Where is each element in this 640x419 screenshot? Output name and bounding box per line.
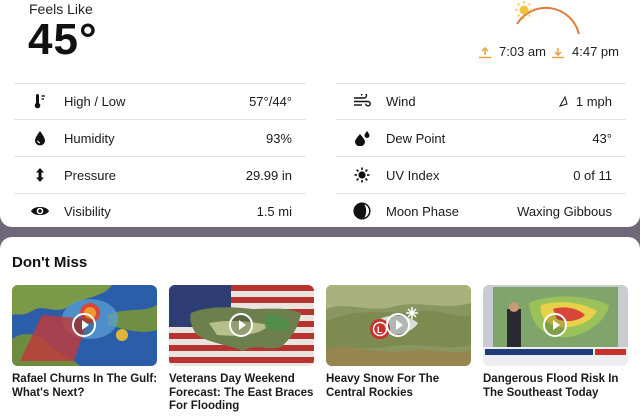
humidity-drop-icon	[28, 128, 52, 148]
sunset-time: 4:47 pm	[572, 44, 619, 59]
play-button-icon[interactable]	[386, 313, 410, 337]
video-title[interactable]: Dangerous Flood Risk In The Southeast To…	[483, 373, 633, 400]
detail-label: Visibility	[64, 203, 111, 219]
video-thumbnail[interactable]: L	[326, 285, 471, 366]
detail-label: Humidity	[64, 130, 115, 146]
detail-humidity: Humidity 93%	[14, 120, 306, 156]
detail-label: Pressure	[64, 167, 117, 183]
uv-sun-icon	[350, 165, 374, 185]
detail-high-low: High / Low 57°/44°	[14, 83, 306, 119]
visibility-eye-icon	[28, 201, 52, 221]
moon-phase-icon	[350, 201, 374, 221]
wind-direction-icon	[558, 95, 568, 107]
section-title: Don't Miss	[12, 254, 88, 271]
detail-value: 1.5 mi	[256, 203, 292, 219]
detail-value: Waxing Gibbous	[517, 203, 612, 219]
current-conditions-card: Feels Like 45° 7:03 am 4:47 pm High / Lo…	[0, 0, 640, 227]
video-title[interactable]: Veterans Day Weekend Forecast: The East …	[169, 373, 319, 414]
play-button-icon[interactable]	[72, 313, 96, 337]
sunrise: 7:03 am	[478, 44, 546, 59]
detail-label: UV Index	[386, 167, 440, 183]
detail-label: Dew Point	[386, 130, 446, 146]
wind-speed: 1 mph	[575, 93, 612, 109]
video-title[interactable]: Heavy Snow For The Central Rockies	[326, 373, 476, 400]
play-button-icon[interactable]	[543, 313, 567, 337]
detail-pressure: Pressure 29.99 in	[14, 157, 306, 193]
video-thumbnail[interactable]	[12, 285, 157, 366]
detail-value: 93%	[265, 130, 292, 146]
detail-value: 43°	[592, 130, 612, 146]
sun-arc-icon	[515, 1, 580, 35]
detail-value: 29.99 in	[245, 167, 292, 183]
detail-label: High / Low	[64, 93, 126, 109]
dew-point-icon	[350, 128, 374, 148]
sunrise-icon	[479, 46, 491, 58]
sunset-icon	[552, 47, 564, 58]
detail-label: Moon Phase	[386, 203, 459, 219]
sunset: 4:47 pm	[551, 44, 619, 59]
video-thumbnail[interactable]	[483, 285, 628, 366]
video-title[interactable]: Rafael Churns In The Gulf: What's Next?	[12, 373, 162, 400]
detail-value: 0 of 11	[573, 167, 612, 183]
pressure-icon	[28, 165, 52, 185]
detail-moon-phase: Moon Phase Waxing Gibbous	[336, 193, 626, 229]
play-button-icon[interactable]	[229, 313, 253, 337]
detail-value: 1 mph	[558, 93, 612, 109]
thermometer-icon	[28, 91, 52, 111]
detail-visibility: Visibility 1.5 mi	[14, 193, 306, 229]
dont-miss-section: Don't Miss Rafael Churns In The Gulf: Wh…	[0, 237, 640, 419]
detail-wind: Wind 1 mph	[336, 83, 626, 119]
wind-icon	[350, 91, 374, 111]
feels-like-value: 45°	[28, 15, 98, 64]
detail-value: 57°/44°	[249, 93, 292, 109]
detail-dew-point: Dew Point 43°	[336, 120, 626, 156]
detail-uv-index: UV Index 0 of 11	[336, 157, 626, 193]
sunrise-time: 7:03 am	[499, 44, 546, 59]
detail-label: Wind	[386, 93, 416, 109]
video-thumbnail[interactable]	[169, 285, 314, 366]
svg-text:L: L	[377, 325, 383, 335]
